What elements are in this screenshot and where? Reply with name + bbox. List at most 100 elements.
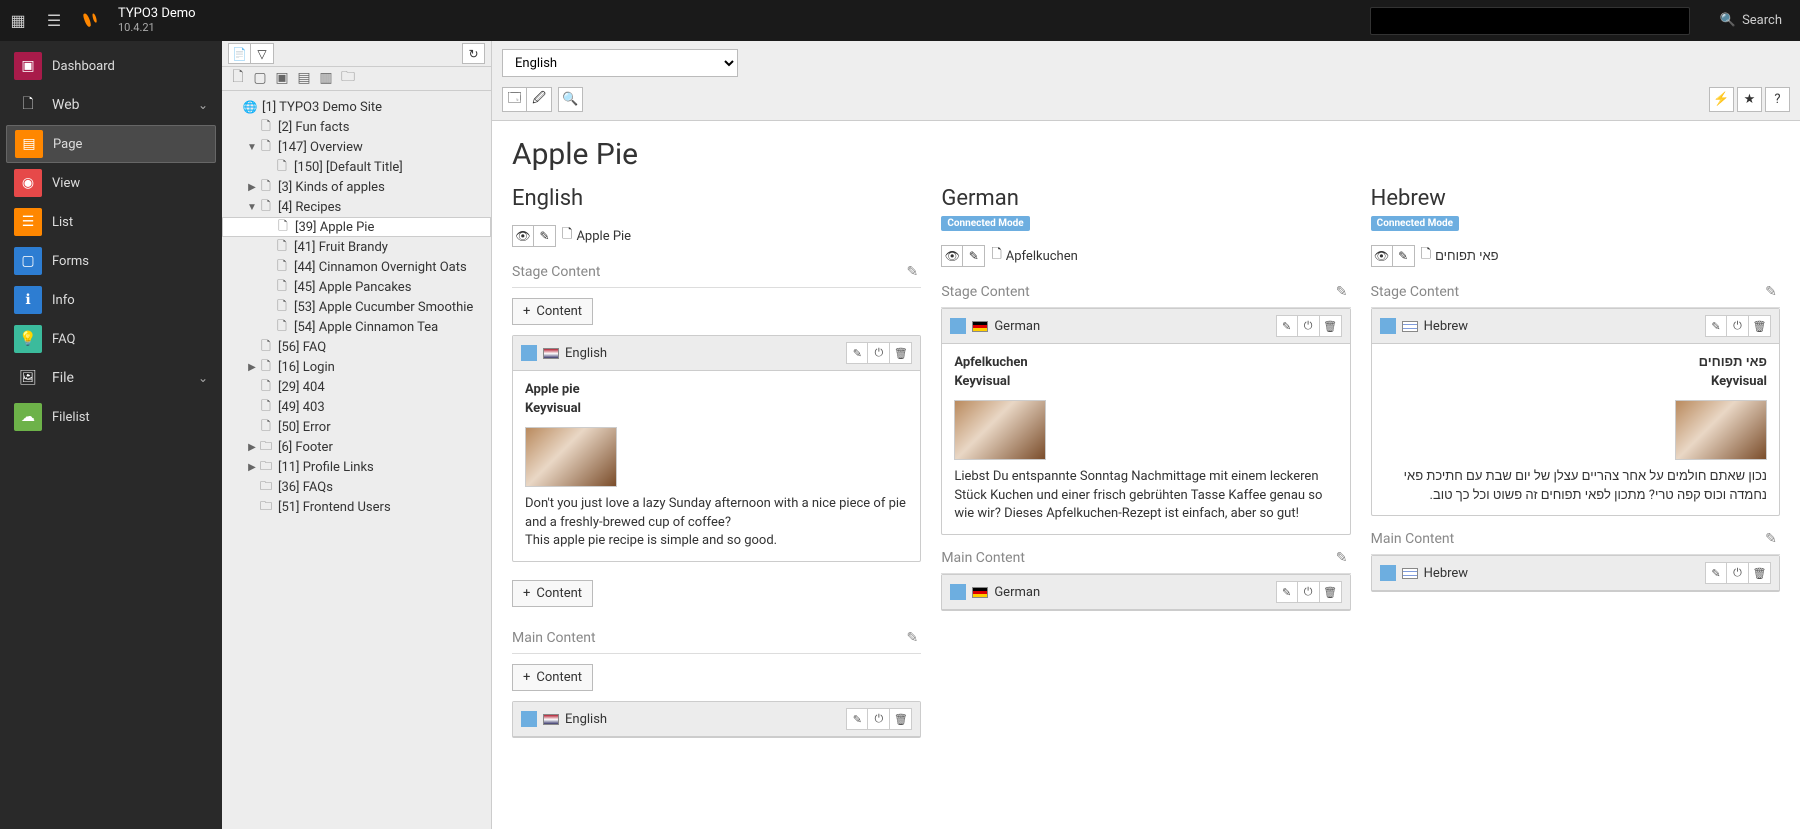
tree-node[interactable]: ▶🗋[16] Login xyxy=(222,357,491,377)
tree-new-page-button[interactable]: 📄 xyxy=(228,43,251,64)
pagetype-mount-icon[interactable]: ▤ xyxy=(296,70,312,86)
edit-icon[interactable]: ✎ xyxy=(1276,315,1298,337)
tree-node[interactable]: 🗋[150] [Default Title] xyxy=(222,157,491,177)
module-forms[interactable]: ▢Forms xyxy=(6,242,216,280)
toggle-icon[interactable]: ⏻ xyxy=(1298,315,1320,337)
docheader-cache-button[interactable]: ⚡ xyxy=(1709,87,1734,112)
page-translation-label[interactable]: 🗋Apfelkuchen xyxy=(991,245,1077,267)
edit-icon[interactable]: ✎ xyxy=(846,342,868,364)
module-page[interactable]: ▤Page xyxy=(6,125,216,163)
tree-toggle-icon[interactable]: ▶ xyxy=(246,362,258,373)
delete-icon[interactable]: 🗑 xyxy=(1749,315,1771,337)
content-element-header[interactable]: German✎⏻🗑 xyxy=(942,575,1349,610)
tree-node[interactable]: 🌐[1] TYPO3 Demo Site xyxy=(222,97,491,117)
pagetype-behidden-icon[interactable]: ▢ xyxy=(252,70,268,86)
pagetype-shortcut-icon[interactable]: ▣ xyxy=(274,70,290,86)
edit-icon[interactable]: ✎ xyxy=(1705,562,1727,584)
module-info[interactable]: ℹInfo xyxy=(6,281,216,319)
edit-section-icon[interactable]: ✎ xyxy=(1762,530,1780,548)
content-element-header[interactable]: English✎⏻🗑 xyxy=(513,336,920,371)
delete-icon[interactable]: 🗑 xyxy=(1320,581,1342,603)
docheader-search-button[interactable]: 🔍 xyxy=(558,87,583,112)
content-element-header[interactable]: German✎⏻🗑 xyxy=(942,309,1349,344)
pagetype-link-icon[interactable]: ▥ xyxy=(318,70,334,86)
tree-node[interactable]: ▶🗋[3] Kinds of apples xyxy=(222,177,491,197)
tree-node[interactable]: 🗋[49] 403 xyxy=(222,397,491,417)
edit-section-icon[interactable]: ✎ xyxy=(1333,549,1351,567)
tree-toggle-icon[interactable]: ▼ xyxy=(246,202,258,213)
tree-toggle-icon[interactable]: ▶ xyxy=(246,182,258,193)
eye-icon[interactable]: 👁 xyxy=(512,225,534,247)
module-group-web[interactable]: 🗋Web⌄ xyxy=(6,86,216,124)
content-element-header[interactable]: Hebrew✎⏻🗑 xyxy=(1372,309,1779,344)
toggle-icon[interactable]: ⏻ xyxy=(868,708,890,730)
edit-section-icon[interactable]: ✎ xyxy=(903,263,921,281)
module-faq[interactable]: 💡FAQ xyxy=(6,320,216,358)
tree-node[interactable]: 🗋[39] Apple Pie xyxy=(222,217,491,237)
eye-icon[interactable]: 👁 xyxy=(941,245,963,267)
content-element-header[interactable]: English✎⏻🗑 xyxy=(513,702,920,737)
pencil-icon[interactable]: ✎ xyxy=(1393,245,1415,267)
tree-node[interactable]: 🗋[56] FAQ xyxy=(222,337,491,357)
module-filelist[interactable]: ☁Filelist xyxy=(6,398,216,436)
edit-section-icon[interactable]: ✎ xyxy=(1333,283,1351,301)
tree-node[interactable]: 🗋[2] Fun facts xyxy=(222,117,491,137)
tree-node[interactable]: ▶🗀[6] Footer xyxy=(222,437,491,457)
tree-node[interactable]: 🗋[50] Error xyxy=(222,417,491,437)
content-element-header[interactable]: Hebrew✎⏻🗑 xyxy=(1372,556,1779,591)
tree-node[interactable]: 🗀[36] FAQs xyxy=(222,477,491,497)
docheader-bookmark-button[interactable]: ★ xyxy=(1737,87,1762,112)
page-translation-label[interactable]: 🗋Apple Pie xyxy=(562,225,631,247)
edit-section-icon[interactable]: ✎ xyxy=(1762,283,1780,301)
content-element-body: פאי תפוחיםKeyvisualנכון שאתם חולמים על א… xyxy=(1372,344,1779,515)
pagetype-standard-icon[interactable]: 🗋 xyxy=(230,70,246,86)
topbar-search-slot[interactable] xyxy=(1370,7,1690,35)
delete-icon[interactable]: 🗑 xyxy=(890,708,912,730)
tree-node[interactable]: ▶🗀[11] Profile Links xyxy=(222,457,491,477)
tree-toggle-icon[interactable]: ▼ xyxy=(246,142,258,153)
pencil-icon[interactable]: ✎ xyxy=(534,225,556,247)
module-dashboard[interactable]: ▣Dashboard xyxy=(6,47,216,85)
tree-node[interactable]: 🗋[53] Apple Cucumber Smoothie xyxy=(222,297,491,317)
module-list[interactable]: ☰List xyxy=(6,203,216,241)
tree-node[interactable]: 🗋[54] Apple Cinnamon Tea xyxy=(222,317,491,337)
app-switcher-icon[interactable]: ▦ xyxy=(0,0,36,41)
tree-toggle-icon[interactable]: ▶ xyxy=(246,462,258,473)
toggle-icon[interactable]: ⏻ xyxy=(868,342,890,364)
toggle-icon[interactable]: ⏻ xyxy=(1727,315,1749,337)
edit-icon[interactable]: ✎ xyxy=(1276,581,1298,603)
eye-icon[interactable]: 👁 xyxy=(1371,245,1393,267)
toggle-icon[interactable]: ⏻ xyxy=(1298,581,1320,603)
pencil-icon[interactable]: ✎ xyxy=(963,245,985,267)
tree-node[interactable]: ▼🗋[147] Overview xyxy=(222,137,491,157)
module-view[interactable]: ◉View xyxy=(6,164,216,202)
toggle-icon[interactable]: ⏻ xyxy=(1727,562,1749,584)
page-translation-label[interactable]: 🗋פאי תפוחים xyxy=(1421,245,1499,267)
delete-icon[interactable]: 🗑 xyxy=(1320,315,1342,337)
tree-node[interactable]: 🗀[51] Frontend Users xyxy=(222,497,491,517)
edit-icon[interactable]: ✎ xyxy=(1705,315,1727,337)
edit-section-icon[interactable]: ✎ xyxy=(903,629,921,647)
docheader-view-button[interactable]: 🗔 xyxy=(502,87,527,112)
tree-node[interactable]: 🗋[44] Cinnamon Overnight Oats xyxy=(222,257,491,277)
topbar-search-button[interactable]: 🔍 Search xyxy=(1702,13,1800,28)
tree-node[interactable]: 🗋[45] Apple Pancakes xyxy=(222,277,491,297)
tree-filter-button[interactable]: ▽ xyxy=(251,43,274,64)
add-content-button[interactable]: +Content xyxy=(512,298,593,325)
module-group-file[interactable]: 🖼File⌄ xyxy=(6,359,216,397)
add-content-button[interactable]: +Content xyxy=(512,664,593,691)
list-toggle-icon[interactable]: ☰ xyxy=(36,0,72,41)
pagetype-folder-icon[interactable]: 🗀 xyxy=(340,70,356,86)
tree-node[interactable]: 🗋[29] 404 xyxy=(222,377,491,397)
tree-toggle-icon[interactable]: ▶ xyxy=(246,442,258,453)
delete-icon[interactable]: 🗑 xyxy=(1749,562,1771,584)
add-content-button[interactable]: +Content xyxy=(512,580,593,607)
language-select[interactable]: English xyxy=(502,49,738,77)
docheader-help-button[interactable]: ? xyxy=(1765,87,1790,112)
docheader-edit-button[interactable]: 🖉 xyxy=(527,87,552,112)
delete-icon[interactable]: 🗑 xyxy=(890,342,912,364)
tree-node[interactable]: 🗋[41] Fruit Brandy xyxy=(222,237,491,257)
edit-icon[interactable]: ✎ xyxy=(846,708,868,730)
tree-node[interactable]: ▼🗋[4] Recipes xyxy=(222,197,491,217)
tree-refresh-button[interactable]: ↻ xyxy=(462,43,485,64)
